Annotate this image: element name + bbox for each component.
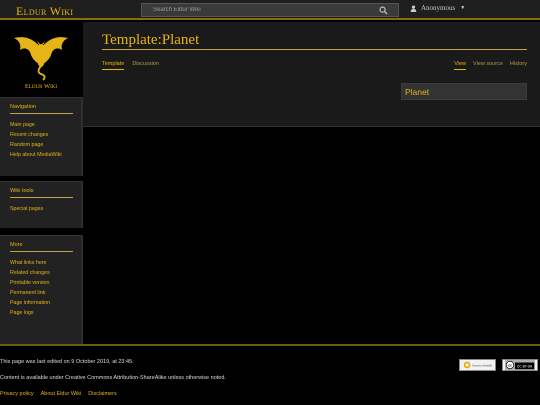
title-divider xyxy=(102,49,527,50)
privacy-policy-link[interactable]: Privacy policy xyxy=(0,391,34,397)
portlet-heading: More xyxy=(10,242,73,252)
sidebar: Eldur Wiki Navigation Main page Recent c… xyxy=(0,22,83,353)
cc-badge-label: CC BY-SA xyxy=(517,364,533,368)
user-icon xyxy=(410,4,417,12)
footer-links: Privacy policy About Eldur Wiki Disclaim… xyxy=(0,391,117,397)
disclaimers-link[interactable]: Disclaimers xyxy=(88,391,116,397)
sidebar-item-random-page[interactable]: Random page xyxy=(10,140,81,150)
logo-wordmark: Eldur Wiki xyxy=(25,83,57,90)
tab-discussion[interactable]: Discussion xyxy=(132,61,159,70)
search-input[interactable] xyxy=(142,4,380,16)
portlet-more: More What links here Related changes Pri… xyxy=(0,235,83,353)
chevron-down-icon: ▼ xyxy=(460,5,466,11)
tab-view[interactable]: View xyxy=(454,61,467,70)
main-content: Template:Planet Template Discussion View… xyxy=(83,22,540,127)
cc-by-sa-badge[interactable]: cc CC BY-SA xyxy=(502,359,538,371)
sidebar-item-permanent-link[interactable]: Permanent link xyxy=(10,288,81,298)
search-icon[interactable] xyxy=(379,6,388,15)
tab-view-source[interactable]: View source xyxy=(473,61,503,70)
namespace-tabs: Template Discussion xyxy=(102,61,159,70)
sidebar-item-what-links-here[interactable]: What links here xyxy=(10,258,81,268)
footer: This page was last edited on 9 October 2… xyxy=(0,344,540,405)
infobox-title: Planet xyxy=(405,87,430,97)
site-title-link[interactable]: Eldur Wiki xyxy=(16,4,73,19)
portlet-heading: Wiki tools xyxy=(10,188,73,198)
user-menu-label: Anonymous xyxy=(421,4,456,12)
top-bar: Eldur Wiki Anonymous ▼ xyxy=(0,0,540,20)
license-text: Content is available under Creative Comm… xyxy=(0,375,226,381)
user-menu[interactable]: Anonymous ▼ xyxy=(410,4,465,12)
svg-text:cc: cc xyxy=(508,363,512,367)
infobox: Planet xyxy=(401,83,527,100)
portlet-navigation: Navigation Main page Recent changes Rand… xyxy=(0,97,83,176)
logo[interactable]: Eldur Wiki xyxy=(10,30,72,92)
portlet-heading: Navigation xyxy=(10,104,73,114)
tab-template[interactable]: Template xyxy=(102,61,125,70)
view-tabs: View View source History xyxy=(454,61,527,70)
page-title: Template:Planet xyxy=(102,32,200,48)
about-link[interactable]: About Eldur Wiki xyxy=(41,391,82,397)
portlet-wiki-tools: Wiki tools Special pages xyxy=(0,181,83,228)
mediawiki-badge-label: Powered by MediaWiki xyxy=(472,364,492,367)
search-box xyxy=(141,3,399,17)
sidebar-item-help[interactable]: Help about MediaWiki xyxy=(10,150,81,160)
sidebar-item-page-logs[interactable]: Page logs xyxy=(10,308,81,318)
powered-by-mediawiki-badge[interactable]: Powered by MediaWiki xyxy=(459,359,496,371)
last-edited-text: This page was last edited on 9 October 2… xyxy=(0,359,134,365)
sidebar-item-special-pages[interactable]: Special pages xyxy=(10,204,81,214)
tab-history[interactable]: History xyxy=(510,61,527,70)
sidebar-item-page-information[interactable]: Page information xyxy=(10,298,81,308)
sidebar-item-printable-version[interactable]: Printable version xyxy=(10,278,81,288)
sidebar-item-main-page[interactable]: Main page xyxy=(10,120,81,130)
sidebar-item-recent-changes[interactable]: Recent changes xyxy=(10,130,81,140)
sidebar-item-related-changes[interactable]: Related changes xyxy=(10,268,81,278)
